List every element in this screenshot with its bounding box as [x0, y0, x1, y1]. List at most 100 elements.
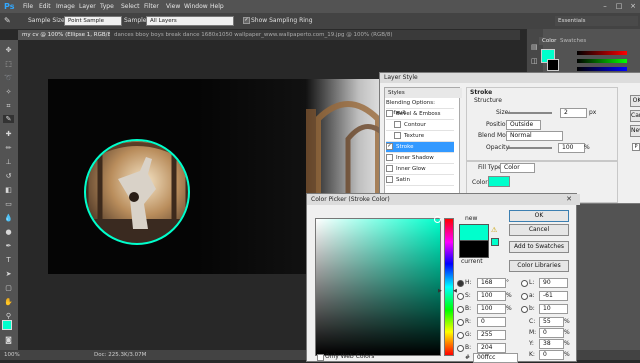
blue-radio[interactable]: [457, 345, 464, 352]
type-tool-icon[interactable]: T: [3, 256, 14, 264]
workspace-switcher[interactable]: Essentials: [555, 16, 638, 26]
move-tool-icon[interactable]: ✥: [3, 46, 14, 54]
stamp-tool-icon[interactable]: ⊥: [3, 158, 14, 166]
menu-help[interactable]: Help: [210, 3, 224, 10]
properties-icon[interactable]: ◫: [531, 57, 538, 65]
color-slider-b[interactable]: [577, 67, 627, 71]
stroke-color-swatch[interactable]: [488, 176, 510, 187]
blend-mode-select[interactable]: Normal: [506, 131, 563, 141]
s-radio[interactable]: [457, 293, 464, 300]
texture-checkbox[interactable]: [394, 132, 401, 139]
r-input[interactable]: 0: [477, 317, 506, 327]
k-input[interactable]: 0: [539, 350, 564, 360]
cancel-button[interactable]: Cancel: [509, 224, 569, 236]
menu-filter[interactable]: Filter: [144, 3, 159, 10]
panel-bg-color[interactable]: [547, 59, 559, 71]
size-slider[interactable]: [508, 112, 552, 114]
opacity-slider[interactable]: [508, 147, 552, 149]
l-input[interactable]: 90: [539, 278, 568, 288]
a-input[interactable]: -61: [539, 291, 568, 301]
dodge-tool-icon[interactable]: ●: [3, 228, 14, 236]
quick-mask-icon[interactable]: ◙: [3, 336, 14, 344]
shape-tool-icon[interactable]: ▢: [3, 284, 14, 292]
g-input[interactable]: 255: [477, 330, 506, 340]
gamut-warning-icon[interactable]: ⚠: [491, 226, 497, 234]
l-radio[interactable]: [521, 280, 528, 287]
h-radio[interactable]: [457, 280, 464, 287]
menu-image[interactable]: Image: [56, 3, 75, 10]
color-libraries-button[interactable]: Color Libraries: [509, 260, 569, 272]
menu-select[interactable]: Select: [121, 3, 140, 10]
menu-file[interactable]: File: [23, 3, 33, 10]
m-input[interactable]: 0: [539, 328, 564, 338]
hex-input[interactable]: 00ffcc: [473, 353, 518, 363]
new-style-button[interactable]: New: [630, 125, 640, 137]
color-slider-r[interactable]: [577, 51, 627, 55]
gradient-tool-icon[interactable]: ▭: [3, 200, 14, 208]
brush-tool-icon[interactable]: ✏: [3, 144, 14, 152]
style-bevel-emboss[interactable]: Bevel & Emboss: [386, 109, 454, 120]
eraser-tool-icon[interactable]: ◧: [3, 186, 14, 194]
quick-select-tool-icon[interactable]: ✧: [3, 88, 14, 96]
minimize-icon[interactable]: –: [598, 0, 612, 13]
style-satin[interactable]: Satin: [386, 175, 454, 186]
h-input[interactable]: 168: [477, 278, 506, 288]
sample-size-select[interactable]: Point Sample: [64, 16, 122, 26]
menu-view[interactable]: View: [166, 3, 180, 10]
stroke-checkbox[interactable]: ✓: [386, 143, 393, 150]
a-radio[interactable]: [521, 293, 528, 300]
hand-tool-icon[interactable]: ✋: [3, 298, 14, 306]
eyedropper-tool-icon[interactable]: ✎: [3, 115, 14, 123]
tab-wallpaper[interactable]: dances bboy boys break dance 1680x1050 w…: [110, 30, 418, 40]
style-texture[interactable]: Texture: [386, 131, 454, 142]
lasso-tool-icon[interactable]: ➰: [3, 74, 14, 82]
history-brush-icon[interactable]: ↺: [3, 172, 14, 180]
menu-edit[interactable]: Edit: [39, 3, 51, 10]
style-contour[interactable]: Contour: [386, 120, 454, 131]
style-inner-shadow[interactable]: Inner Shadow: [386, 153, 454, 164]
c-input[interactable]: 55: [539, 317, 564, 327]
opacity-input[interactable]: 100: [558, 143, 585, 153]
r-radio[interactable]: [457, 319, 464, 326]
bevel-checkbox[interactable]: [386, 110, 393, 117]
web-safe-cube-icon[interactable]: [491, 238, 499, 246]
b-input[interactable]: 100: [477, 304, 506, 314]
satin-checkbox[interactable]: [386, 176, 393, 183]
marquee-tool-icon[interactable]: ⬚: [3, 60, 14, 68]
b-radio[interactable]: [457, 306, 464, 313]
sample-select[interactable]: All Layers: [146, 16, 234, 26]
saturation-brightness-field[interactable]: [315, 218, 441, 356]
crop-tool-icon[interactable]: ⌗: [3, 102, 14, 110]
foreground-color-swatch[interactable]: [2, 320, 12, 330]
lab-b-radio[interactable]: [521, 306, 528, 313]
tab-swatches[interactable]: Swatches: [557, 37, 589, 45]
preview-checkbox[interactable]: P: [632, 143, 640, 151]
inner-shadow-checkbox[interactable]: [386, 154, 393, 161]
pen-tool-icon[interactable]: ✒: [3, 242, 14, 250]
add-to-swatches-button[interactable]: Add to Swatches: [509, 241, 569, 253]
eyedropper-tool-icon[interactable]: ✎: [4, 16, 11, 25]
cancel-button[interactable]: Cancel: [630, 110, 640, 122]
maximize-icon[interactable]: □: [612, 0, 626, 13]
zoom-level[interactable]: 100%: [4, 350, 20, 360]
styles-header[interactable]: Styles: [385, 88, 462, 98]
size-input[interactable]: 2: [560, 108, 587, 118]
close-icon[interactable]: ×: [626, 0, 640, 13]
show-ring-checkbox[interactable]: ✓: [243, 17, 250, 24]
style-blending-options[interactable]: Blending Options: Default: [386, 98, 454, 116]
sv-picker-cursor[interactable]: [434, 216, 441, 223]
menu-layer[interactable]: Layer: [79, 3, 96, 10]
lab-b-input[interactable]: 10: [539, 304, 568, 314]
blur-tool-icon[interactable]: 💧: [3, 214, 14, 222]
style-inner-glow[interactable]: Inner Glow: [386, 164, 454, 175]
ok-button[interactable]: OK: [509, 210, 569, 222]
s-input[interactable]: 100: [477, 291, 506, 301]
path-select-icon[interactable]: ➤: [3, 270, 14, 278]
position-select[interactable]: Outside: [506, 120, 541, 130]
inner-glow-checkbox[interactable]: [386, 165, 393, 172]
healing-tool-icon[interactable]: ✚: [3, 130, 14, 138]
current-color-swatch[interactable]: [459, 240, 489, 258]
zoom-tool-icon[interactable]: ⚲: [3, 312, 14, 320]
g-radio[interactable]: [457, 332, 464, 339]
blue-input[interactable]: 204: [477, 343, 506, 353]
